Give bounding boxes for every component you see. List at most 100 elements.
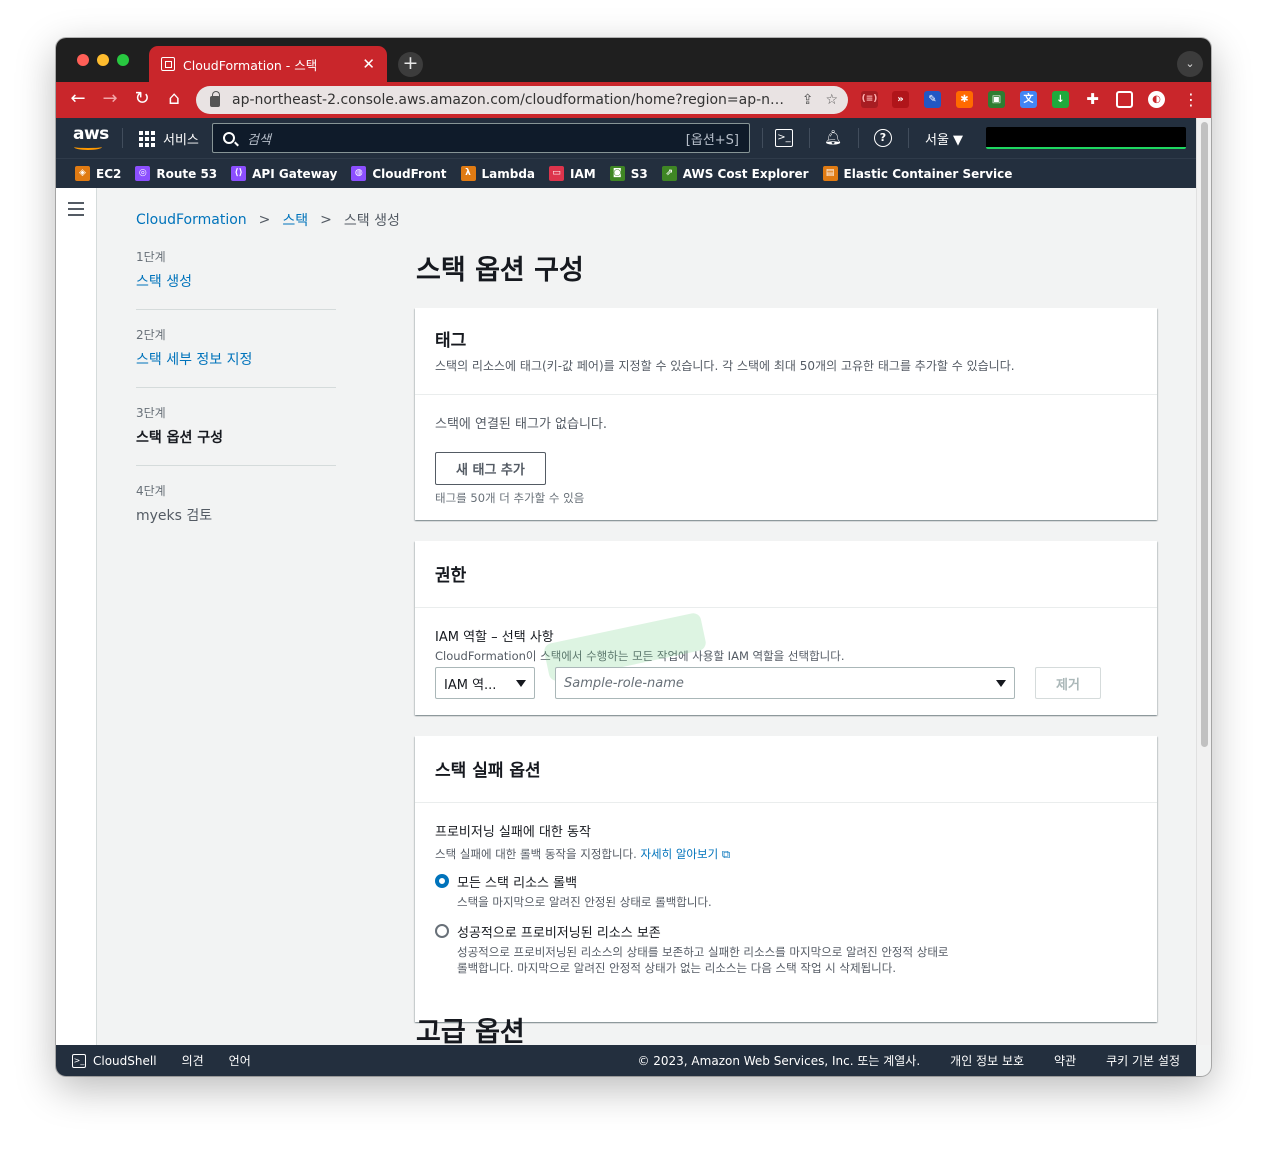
favorite-label: CloudFront — [372, 166, 447, 181]
extension-icon-2[interactable]: » — [892, 91, 909, 108]
rollback-all-radio[interactable] — [435, 874, 449, 888]
iam-role-label: IAM 역할 – 선택 사항 — [435, 630, 554, 645]
aws-smile-icon — [74, 144, 102, 150]
extension-icon-3[interactable]: ✎ — [924, 91, 941, 108]
scrollbar-thumb[interactable] — [1201, 122, 1208, 747]
search-shortcut: [옵션+S] — [685, 132, 739, 148]
iam-role-type-value: IAM 역... — [444, 677, 497, 693]
browser-menu-icon[interactable]: ⋮ — [1183, 90, 1199, 109]
close-window-button[interactable] — [77, 54, 89, 66]
favorite-cloudfront[interactable]: ◍ CloudFront — [351, 166, 447, 181]
search-input[interactable]: 검색 [옵션+S] — [212, 123, 750, 153]
side-panel-icon[interactable] — [1116, 91, 1133, 108]
favorite-cost-explorer[interactable]: ⇗ AWS Cost Explorer — [661, 166, 809, 181]
cloudfront-icon: ◍ — [351, 166, 367, 181]
home-icon[interactable]: ⌂ — [163, 89, 185, 109]
cloudshell-link[interactable]: CloudShell — [93, 1054, 157, 1068]
download-extension-icon[interactable]: ↓ — [1052, 91, 1069, 108]
learn-more-link[interactable]: 자세히 알아보기 — [640, 847, 718, 861]
browser-window: CloudFormation - 스택 ✕ + ⌄ ← → ↻ ⌂ ap-nor… — [56, 38, 1211, 1076]
extension-icon-5[interactable]: ▣ — [988, 91, 1005, 108]
breadcrumb-cloudformation[interactable]: CloudFormation — [136, 212, 247, 228]
wizard-steps: 1단계 스택 생성 2단계 스택 세부 정보 지정 3단계 스택 옵션 구성 4… — [136, 248, 336, 559]
favorite-lambda[interactable]: λ Lambda — [460, 166, 535, 181]
chevron-right-icon: > — [320, 212, 332, 228]
bell-icon[interactable]: 🔔︎ — [824, 129, 842, 147]
hamburger-menu-icon[interactable] — [68, 202, 84, 220]
services-grid-icon — [139, 130, 155, 147]
back-arrow-icon[interactable]: ← — [67, 89, 89, 109]
url-text[interactable]: ap-northeast-2.console.aws.amazon.com/cl… — [232, 92, 790, 108]
cost-explorer-icon: ⇗ — [661, 166, 677, 181]
browser-tab[interactable]: CloudFormation - 스택 ✕ — [149, 46, 387, 82]
profile-avatar[interactable]: ◐ — [1148, 91, 1165, 108]
extension-icon-1[interactable]: (≡) — [861, 91, 878, 108]
step-current-label: 스택 옵션 구성 — [136, 430, 224, 446]
favorite-label: API Gateway — [252, 166, 338, 181]
feedback-link[interactable]: 의견 — [182, 1052, 204, 1069]
favorite-label: Route 53 — [156, 166, 218, 181]
tab-search-button[interactable]: ⌄ — [1177, 51, 1203, 77]
tags-empty-text: 스택에 연결된 태그가 없습니다. — [435, 417, 608, 432]
wizard-step-1: 1단계 스택 생성 — [136, 248, 336, 310]
tags-title: 태그 — [435, 331, 467, 351]
cloudshell-icon[interactable]: >_ — [775, 129, 793, 147]
lock-icon — [210, 91, 220, 107]
aws-top-nav: aws 서비스 검색 [옵션+S] >_ 🔔︎ ? 서울 ▼ — [56, 118, 1196, 158]
remove-role-button[interactable]: 제거 — [1035, 667, 1101, 699]
share-icon[interactable]: ⇪ — [802, 92, 814, 108]
extensions-puzzle-icon[interactable]: ✚ — [1084, 91, 1101, 108]
extension-icon-4[interactable]: ✱ — [956, 91, 973, 108]
account-menu[interactable] — [986, 127, 1186, 149]
nav-divider — [809, 128, 810, 148]
favorite-s3[interactable]: ◙ S3 — [609, 166, 648, 181]
tab-close-icon[interactable]: ✕ — [362, 56, 375, 72]
privacy-link[interactable]: 개인 정보 보호 — [950, 1052, 1024, 1069]
favorite-ecs[interactable]: ▤ Elastic Container Service — [822, 166, 1013, 181]
breadcrumb-stacks[interactable]: 스택 — [282, 210, 308, 230]
favorite-route53[interactable]: ◎ Route 53 — [135, 166, 217, 181]
nav-divider — [122, 128, 123, 148]
rollback-all-option[interactable]: 모든 스택 리소스 롤백 스택을 마지막으로 알려진 안정된 상태로 롤백합니다… — [435, 872, 1137, 910]
iam-icon: ▭ — [549, 166, 565, 181]
forward-arrow-icon[interactable]: → — [99, 89, 121, 109]
maximize-window-button[interactable] — [117, 54, 129, 66]
preserve-resources-radio[interactable] — [435, 924, 449, 938]
iam-role-name-placeholder: Sample-role-name — [564, 675, 684, 691]
external-link-icon[interactable]: ⧉ — [722, 847, 730, 861]
step-link[interactable]: 스택 생성 — [136, 271, 336, 291]
favorite-ec2[interactable]: ◈ EC2 — [75, 166, 121, 181]
help-icon[interactable]: ? — [874, 129, 892, 147]
favorite-iam[interactable]: ▭ IAM — [549, 166, 596, 181]
tags-description: 스택의 리소스에 태그(키-값 페어)를 지정할 수 있습니다. 각 스택에 최… — [435, 359, 1015, 373]
aws-logo[interactable]: aws — [73, 124, 109, 150]
iam-role-type-select[interactable]: IAM 역... — [435, 667, 535, 699]
bookmark-star-icon[interactable]: ☆ — [825, 92, 838, 108]
region-selector[interactable]: 서울 ▼ — [925, 129, 963, 148]
preserve-resources-option[interactable]: 성공적으로 프로비저닝된 리소스 보존 성공적으로 프로비저닝된 리소스의 상태… — [435, 922, 1137, 976]
address-bar[interactable]: ap-northeast-2.console.aws.amazon.com/cl… — [196, 86, 848, 114]
language-link[interactable]: 언어 — [229, 1052, 251, 1069]
nav-divider — [858, 128, 859, 148]
page-scrollbar[interactable] — [1196, 118, 1211, 1045]
wizard-step-3: 3단계 스택 옵션 구성 — [136, 404, 336, 466]
cookie-preferences-link[interactable]: 쿠키 기본 설정 — [1106, 1052, 1180, 1069]
add-tag-button[interactable]: 새 태그 추가 — [435, 452, 546, 485]
translate-extension-icon[interactable]: 文 — [1020, 91, 1037, 108]
tags-panel-header: 태그 스택의 리소스에 태그(키-값 페어)를 지정할 수 있습니다. 각 스택… — [415, 308, 1157, 395]
services-menu-button[interactable]: 서비스 — [139, 129, 199, 148]
favorite-label: Elastic Container Service — [843, 166, 1013, 181]
minimize-window-button[interactable] — [97, 54, 109, 66]
api-gateway-icon: ⟨⟩ — [231, 166, 247, 181]
new-tab-button[interactable]: + — [398, 52, 423, 77]
reload-icon[interactable]: ↻ — [131, 89, 153, 109]
aws-logo-text: aws — [73, 124, 109, 144]
iam-role-name-select[interactable]: Sample-role-name — [555, 667, 1015, 699]
step-link[interactable]: 스택 세부 정보 지정 — [136, 349, 336, 369]
copyright-text: © 2023, Amazon Web Services, Inc. 또는 계열사… — [637, 1054, 921, 1068]
lambda-icon: λ — [460, 166, 476, 181]
terms-link[interactable]: 약관 — [1054, 1052, 1076, 1069]
favorite-api-gateway[interactable]: ⟨⟩ API Gateway — [231, 166, 337, 181]
tab-title: CloudFormation - 스택 — [183, 57, 318, 73]
breadcrumb-current: 스택 생성 — [343, 213, 400, 229]
